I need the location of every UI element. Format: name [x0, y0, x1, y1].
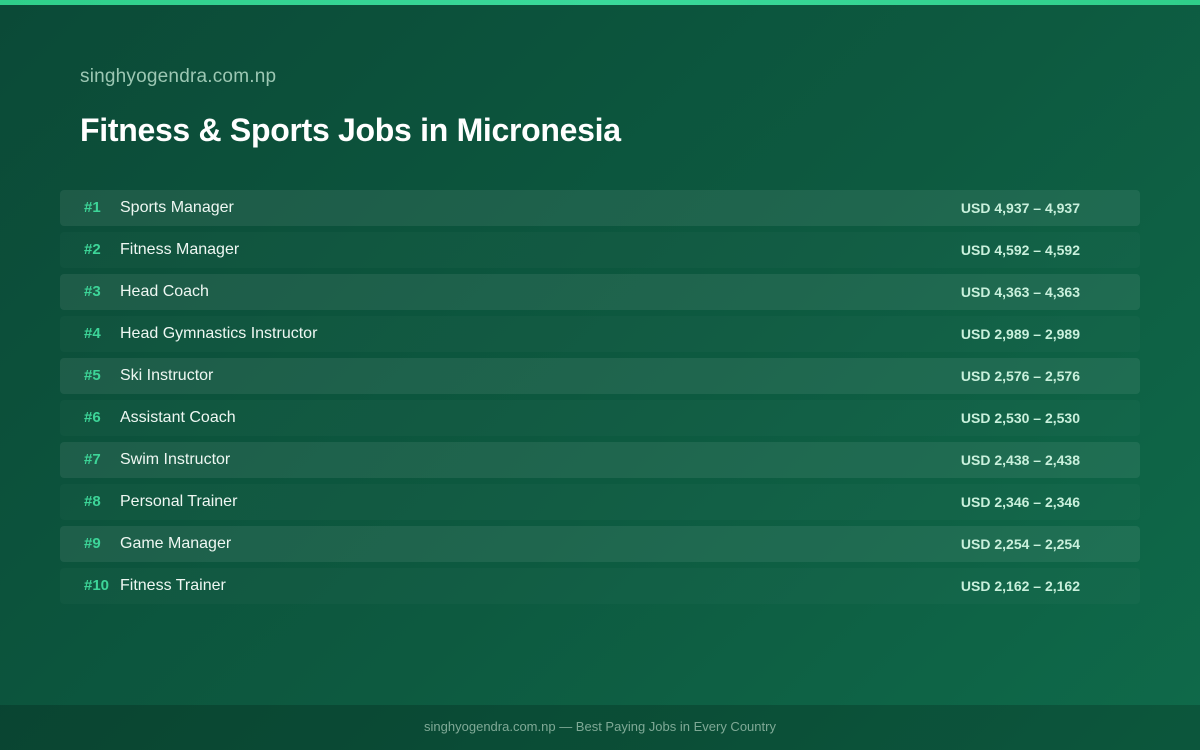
- job-salary: USD 2,989 – 2,989: [960, 326, 1080, 342]
- top-accent-bar: [0, 0, 1200, 5]
- job-rank: #9: [84, 535, 101, 552]
- job-row: #6 Assistant Coach USD 2,530 – 2,530: [60, 400, 1140, 436]
- job-row: #1 Sports Manager USD 4,937 – 4,937: [60, 190, 1140, 226]
- job-row: #10 Fitness Trainer USD 2,162 – 2,162: [60, 568, 1140, 604]
- job-rank: #3: [84, 283, 101, 300]
- job-title: Assistant Coach: [120, 409, 236, 426]
- job-title: Fitness Manager: [120, 241, 240, 258]
- job-rank: #10: [84, 577, 110, 594]
- job-salary: USD 2,162 – 2,162: [960, 578, 1080, 594]
- job-row: #5 Ski Instructor USD 2,576 – 2,576: [60, 358, 1140, 394]
- job-title: Game Manager: [120, 535, 232, 552]
- job-rank: #4: [84, 325, 101, 342]
- job-salary: USD 2,438 – 2,438: [960, 452, 1080, 468]
- job-rank: #2: [84, 241, 101, 258]
- job-row: #8 Personal Trainer USD 2,346 – 2,346: [60, 484, 1140, 520]
- job-rank: #1: [84, 199, 101, 216]
- job-title: Fitness Trainer: [120, 577, 226, 594]
- job-rank: #6: [84, 409, 101, 426]
- job-row: #3 Head Coach USD 4,363 – 4,363: [60, 274, 1140, 310]
- footer: singhyogendra.com.np — Best Paying Jobs …: [0, 705, 1200, 750]
- job-row: #9 Game Manager USD 2,254 – 2,254: [60, 526, 1140, 562]
- job-row: #2 Fitness Manager USD 4,592 – 4,592: [60, 232, 1140, 268]
- job-title: Head Gymnastics Instructor: [120, 325, 318, 342]
- job-rank: #7: [84, 451, 101, 468]
- job-title: Sports Manager: [120, 199, 234, 216]
- job-list: #1 Sports Manager USD 4,937 – 4,937 #2 F…: [60, 190, 1140, 610]
- job-salary: USD 2,254 – 2,254: [960, 536, 1080, 552]
- footer-text: singhyogendra.com.np — Best Paying Jobs …: [424, 719, 776, 734]
- job-row: #7 Swim Instructor USD 2,438 – 2,438: [60, 442, 1140, 478]
- site-name: singhyogendra.com.np: [80, 66, 277, 87]
- page-title: Fitness & Sports Jobs in Micronesia: [80, 112, 621, 148]
- job-rank: #8: [84, 493, 101, 510]
- job-salary: USD 2,530 – 2,530: [960, 410, 1080, 426]
- job-title: Ski Instructor: [120, 367, 214, 384]
- job-title: Swim Instructor: [120, 451, 231, 468]
- job-salary: USD 2,576 – 2,576: [960, 368, 1080, 384]
- job-salary: USD 4,592 – 4,592: [960, 242, 1080, 258]
- job-salary: USD 4,937 – 4,937: [960, 200, 1080, 216]
- job-salary: USD 4,363 – 4,363: [960, 284, 1080, 300]
- job-row: #4 Head Gymnastics Instructor USD 2,989 …: [60, 316, 1140, 352]
- job-salary: USD 2,346 – 2,346: [960, 494, 1080, 510]
- job-title: Head Coach: [120, 283, 209, 300]
- job-title: Personal Trainer: [120, 493, 238, 510]
- job-rank: #5: [84, 367, 101, 384]
